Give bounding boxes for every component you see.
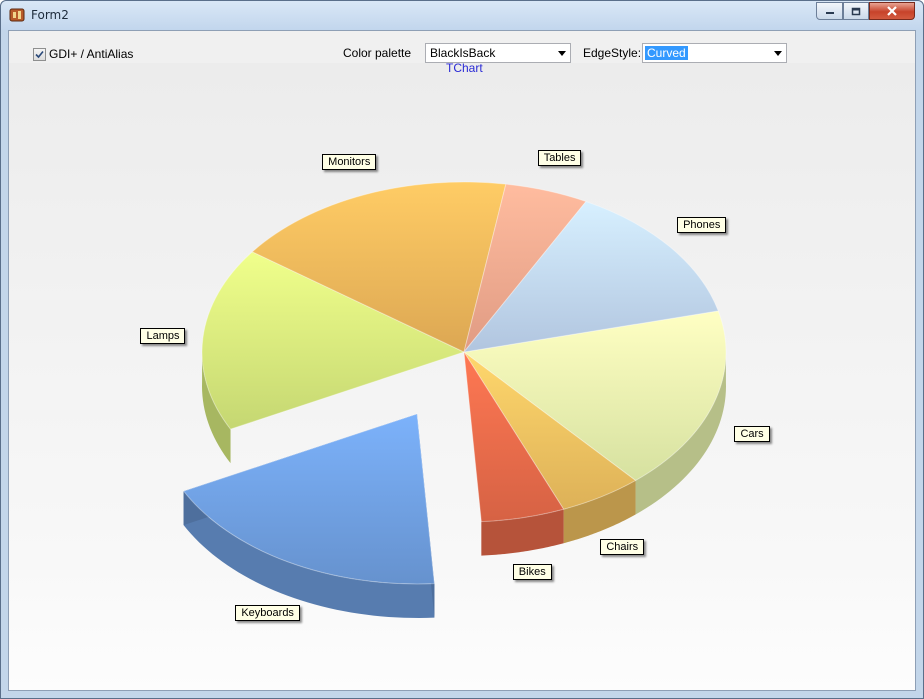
slice-label-monitors: Monitors [322,154,377,171]
close-button[interactable] [869,2,915,20]
minimize-icon [825,12,834,14]
close-icon [887,6,897,16]
slice-label-keyboards: Keyboards [235,604,300,621]
window-title: Form2 [31,8,69,22]
maximize-icon [851,7,861,15]
title-bar[interactable]: Form2 [1,1,923,30]
minimize-button[interactable] [816,2,843,20]
slice-label-phones: Phones [677,217,727,234]
slice-label-tables: Tables [537,149,582,166]
slice-label-bikes: Bikes [512,564,552,581]
slice-label-cars: Cars [734,426,770,443]
form-client-area: GDI+ / AntiAlias Color palette BlackIsBa… [8,30,916,691]
app-window: Form2 GDI+ / AntiAlias Color palette Bla… [0,0,924,699]
slice-label-chairs: Chairs [600,538,645,555]
app-icon [9,8,25,22]
slice-label-lamps: Lamps [140,327,186,344]
maximize-button[interactable] [843,2,869,20]
pie-chart[interactable] [9,31,915,690]
